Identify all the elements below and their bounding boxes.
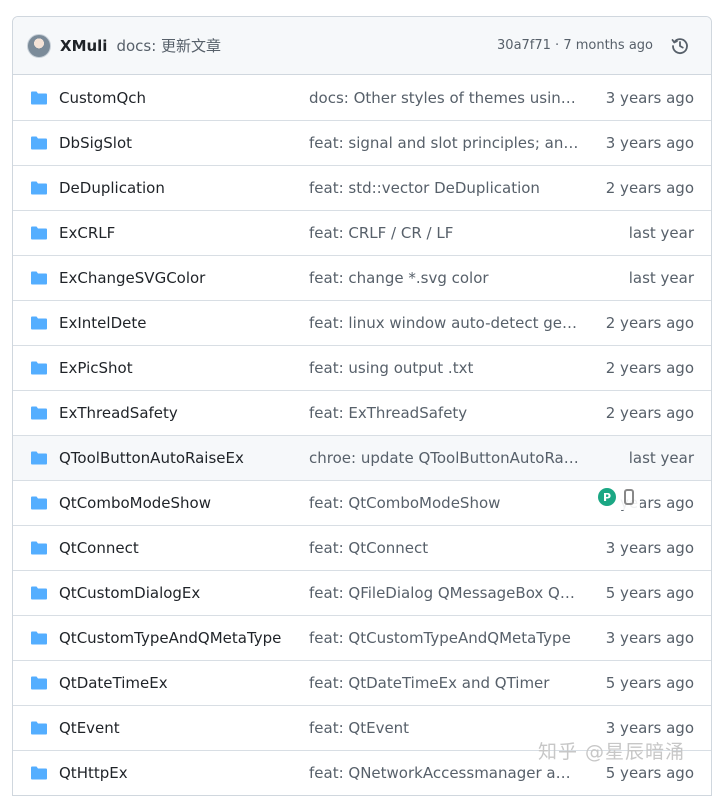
author-avatar[interactable]	[27, 33, 51, 58]
commit-message-link[interactable]: feat: QNetworkAccessmanager and ...	[309, 764, 579, 782]
file-row[interactable]: ExPicShot feat: using output .txt 2 years …	[13, 345, 711, 390]
folder-icon	[30, 315, 48, 331]
folder-icon	[30, 180, 48, 196]
commit-message-link[interactable]: feat: CRLF / CR / LF	[309, 224, 579, 242]
file-row[interactable]: QtCustomTypeAndQMetaType feat: QtCustomTy…	[13, 615, 711, 660]
folder-icon	[30, 360, 48, 376]
folder-name-link[interactable]: QtHttpEx	[59, 764, 309, 782]
file-row[interactable]: QtDateTimeEx feat: QtDateTimeEx and QTime…	[13, 660, 711, 705]
folder-icon	[30, 720, 48, 736]
file-row[interactable]: QToolButtonAutoRaiseEx chroe: update QToo…	[13, 435, 711, 480]
commit-age: 5 years ago	[605, 674, 694, 692]
folder-name-link[interactable]: ExCRLF	[59, 224, 309, 242]
history-icon[interactable]	[669, 35, 691, 57]
commit-age: last year	[628, 269, 694, 287]
folder-name-link[interactable]: ExChangeSVGColor	[59, 269, 309, 287]
folder-icon	[30, 135, 48, 151]
folder-name-link[interactable]: QtCustomTypeAndQMetaType	[59, 629, 309, 647]
commit-age: 3 years ago	[605, 629, 694, 647]
folder-name-link[interactable]: DeDuplication	[59, 179, 309, 197]
commit-age: 2 years ago	[605, 404, 694, 422]
latest-commit-bar: XMuli docs: 更新文章 30a7f71 · 7 months ago	[13, 17, 711, 75]
commit-message-link[interactable]: feat: ExThreadSafety	[309, 404, 579, 422]
file-row[interactable]: ExCRLF feat: CRLF / CR / LF last year	[13, 210, 711, 255]
commit-message-link[interactable]: feat: QtCustomTypeAndQMetaType	[309, 629, 579, 647]
watermark: 知乎 @星辰暗涌	[538, 741, 686, 763]
folder-icon	[30, 630, 48, 646]
toolbar-handle-icon[interactable]	[624, 489, 634, 505]
commit-message-link[interactable]: feat: signal and slot principles; and ..…	[309, 134, 579, 152]
commit-message-link[interactable]: feat: QtDateTimeEx and QTimer	[309, 674, 579, 692]
commit-age: 5 years ago	[605, 584, 694, 602]
folder-icon	[30, 225, 48, 241]
commit-message[interactable]: docs: 更新文章	[116, 35, 221, 56]
folder-name-link[interactable]: DbSigSlot	[59, 134, 309, 152]
folder-name-link[interactable]: QtDateTimeEx	[59, 674, 309, 692]
commit-message-link[interactable]: docs: Other styles of themes using ...	[309, 89, 579, 107]
commit-age: 3 years ago	[605, 719, 694, 737]
folder-name-link[interactable]: QtComboModeShow	[59, 494, 309, 512]
commit-message-link[interactable]: chroe: update QToolButtonAutoRai...	[309, 449, 579, 467]
folder-icon	[30, 495, 48, 511]
p-badge-icon[interactable]: P	[598, 488, 616, 506]
folder-icon	[30, 270, 48, 286]
commit-author[interactable]: XMuli	[60, 37, 107, 55]
folder-name-link[interactable]: ExPicShot	[59, 359, 309, 377]
commit-age: last year	[628, 449, 694, 467]
folder-name-link[interactable]: QtCustomDialogEx	[59, 584, 309, 602]
folder-icon	[30, 405, 48, 421]
commit-age: 3 years ago	[605, 88, 694, 107]
file-row[interactable]: DbSigSlot feat: signal and slot principle…	[13, 120, 711, 165]
folder-icon	[30, 90, 48, 106]
folder-name-link[interactable]: ExIntelDete	[59, 314, 309, 332]
folder-name-link[interactable]: CustomQch	[59, 89, 309, 107]
file-row[interactable]: DeDuplication feat: std::vector DeDuplica…	[13, 165, 711, 210]
commit-message-link[interactable]: feat: QFileDialog QMessageBox QIn...	[309, 584, 579, 602]
folder-name-link[interactable]: QtConnect	[59, 539, 309, 557]
commit-message-link[interactable]: feat: QtComboModeShow	[309, 494, 579, 512]
file-row[interactable]: ExThreadSafety feat: ExThreadSafety 2 year…	[13, 390, 711, 435]
file-row[interactable]: ExChangeSVGColor feat: change *.svg color…	[13, 255, 711, 300]
commit-age: last year	[628, 224, 694, 242]
commit-message-link[interactable]: feat: QtEvent	[309, 719, 579, 737]
folder-name-link[interactable]: QtEvent	[59, 719, 309, 737]
commit-age: 5 years ago	[605, 764, 694, 782]
file-list: XMuli docs: 更新文章 30a7f71 · 7 months ago …	[12, 16, 712, 796]
commit-message-link[interactable]: feat: change *.svg color	[309, 269, 579, 287]
commit-age: 2 years ago	[605, 359, 694, 377]
folder-icon	[30, 450, 48, 466]
file-row[interactable]: QtCustomDialogEx feat: QFileDialog QMessa…	[13, 570, 711, 615]
commit-age: 3 years ago	[605, 134, 694, 152]
file-row[interactable]: ExIntelDete feat: linux window auto-detec…	[13, 300, 711, 345]
folder-name-link[interactable]: QToolButtonAutoRaiseEx	[59, 449, 309, 467]
floating-widget[interactable]: P	[590, 484, 640, 510]
folder-icon	[30, 675, 48, 691]
folder-icon	[30, 765, 48, 781]
commit-message-link[interactable]: feat: QtConnect	[309, 539, 579, 557]
file-row[interactable]: QtConnect feat: QtConnect 3 years ago	[13, 525, 711, 570]
commit-message-link[interactable]: feat: using output .txt	[309, 359, 579, 377]
commit-message-link[interactable]: feat: std::vector DeDuplication	[309, 179, 579, 197]
folder-icon	[30, 540, 48, 556]
commit-age: 2 years ago	[605, 179, 694, 197]
commit-message-link[interactable]: feat: linux window auto-detect get r...	[309, 314, 579, 332]
folder-icon	[30, 585, 48, 601]
commit-age: 2 years ago	[605, 314, 694, 332]
commit-hash-age[interactable]: 30a7f71 · 7 months ago	[497, 38, 653, 53]
commit-age: 3 years ago	[605, 539, 694, 557]
folder-name-link[interactable]: ExThreadSafety	[59, 404, 309, 422]
file-row[interactable]: CustomQch docs: Other styles of themes us…	[13, 75, 711, 120]
